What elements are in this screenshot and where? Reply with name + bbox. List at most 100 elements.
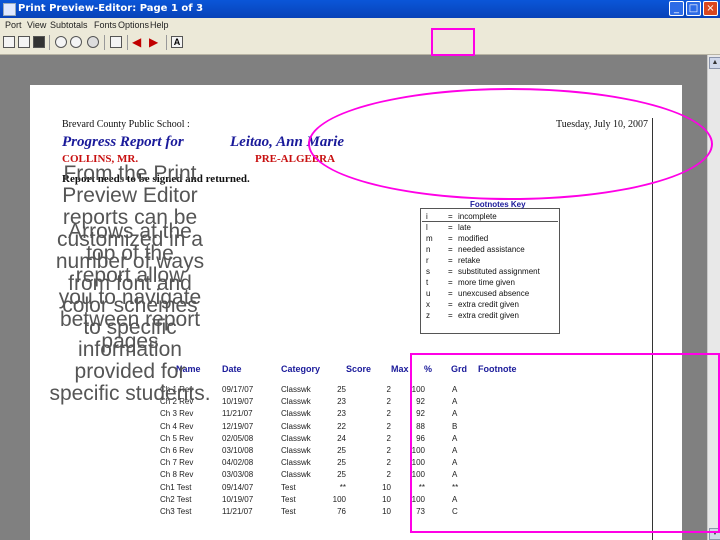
table-cell: 09/17/07 bbox=[222, 385, 254, 394]
footnote-code: u bbox=[426, 289, 431, 298]
table-cell: 03/10/08 bbox=[222, 446, 254, 455]
maximize-button[interactable]: □ bbox=[686, 1, 701, 16]
footnotes-key-title: Footnotes Key bbox=[470, 200, 526, 209]
footnote-equals: = bbox=[448, 212, 453, 221]
toolbar-separator bbox=[127, 35, 128, 50]
footnote-desc: more time given bbox=[458, 278, 515, 287]
table-cell: Ch 8 Rev bbox=[160, 470, 194, 480]
toolbar-separator bbox=[49, 35, 50, 50]
table-cell: 02/05/08 bbox=[222, 433, 254, 443]
highlight-grades-box bbox=[410, 353, 720, 533]
scroll-up-icon[interactable]: ▲ bbox=[709, 57, 720, 69]
zoom-in-icon[interactable] bbox=[55, 36, 67, 48]
annotation-line: pages bbox=[101, 330, 159, 353]
table-cell: 22 bbox=[337, 421, 346, 431]
zoom-out-icon[interactable] bbox=[70, 36, 82, 48]
table-cell: 25 bbox=[337, 458, 346, 468]
district-name: Brevard County Public School : bbox=[62, 119, 190, 130]
table-cell: 100 bbox=[332, 494, 346, 504]
menu-port[interactable]: Port bbox=[5, 20, 22, 30]
footnote-desc: substituted assignment bbox=[458, 267, 540, 276]
footnote-equals: = bbox=[448, 234, 453, 243]
table-cell: Test bbox=[281, 494, 296, 504]
table-cell: 23 bbox=[337, 409, 346, 419]
menu-help[interactable]: Help bbox=[150, 20, 169, 30]
menu-options[interactable]: Options bbox=[118, 20, 149, 30]
table-cell: 25 bbox=[337, 446, 346, 455]
footnote-code: r bbox=[426, 256, 429, 265]
annotation-line: provided for bbox=[74, 360, 186, 383]
table-cell: 10/19/07 bbox=[222, 397, 254, 407]
font-icon[interactable]: A bbox=[171, 36, 183, 48]
table-cell: 10 bbox=[382, 507, 391, 516]
annotation-line: Preview Editor bbox=[62, 184, 198, 207]
table-cell: 10/19/07 bbox=[222, 494, 254, 504]
footnote-desc: extra credit given bbox=[458, 311, 519, 320]
table-cell: Ch 5 Rev bbox=[160, 433, 194, 443]
annotation-text-navigation: Arrows at the top of the report allow you t… bbox=[32, 221, 228, 353]
annotation-line: report allow bbox=[75, 264, 185, 287]
menu-fonts[interactable]: Fonts bbox=[94, 20, 117, 30]
annotation-line: Arrows at the bbox=[68, 220, 192, 243]
footnote-equals: = bbox=[448, 223, 453, 232]
table-cell: 10 bbox=[382, 494, 391, 504]
footnote-code: x bbox=[426, 300, 430, 309]
save-icon[interactable] bbox=[33, 36, 45, 48]
footnote-desc: needed assistance bbox=[458, 245, 525, 254]
column-header: Max bbox=[391, 364, 409, 374]
highlight-header-oval bbox=[308, 88, 713, 200]
table-cell: Classwk bbox=[281, 470, 311, 480]
table-cell: 2 bbox=[386, 409, 391, 419]
table-cell: Classwk bbox=[281, 421, 311, 431]
footnote-equals: = bbox=[448, 267, 453, 276]
minimize-button[interactable]: _ bbox=[669, 1, 684, 16]
footnote-equals: = bbox=[448, 256, 453, 265]
footnote-desc: unexcused absence bbox=[458, 289, 530, 298]
setup-icon[interactable] bbox=[18, 36, 30, 48]
zoom-fit-icon[interactable] bbox=[87, 36, 99, 48]
annotation-line: From the Print bbox=[63, 162, 197, 185]
prev-page-icon[interactable]: ◀ bbox=[132, 35, 141, 49]
annotation-caption-navigation: Arrows at the top of the report allow you t… bbox=[32, 221, 228, 353]
footnote-desc: extra credit given bbox=[458, 300, 519, 309]
footnote-code: s bbox=[426, 267, 430, 276]
menu-view[interactable]: View bbox=[27, 20, 46, 30]
table-cell: Ch3 Test bbox=[160, 507, 192, 516]
table-cell: 24 bbox=[337, 433, 346, 443]
next-page-icon[interactable]: ▶ bbox=[149, 35, 158, 49]
footnote-equals: = bbox=[448, 245, 453, 254]
footnote-equals: = bbox=[448, 278, 453, 287]
table-cell: 09/14/07 bbox=[222, 482, 254, 492]
menu-subtotals[interactable]: Subtotals bbox=[50, 20, 88, 30]
menu-bar: Port View Subtotals Fonts Options Help bbox=[0, 18, 720, 32]
print-icon[interactable] bbox=[3, 36, 15, 48]
table-cell: 2 bbox=[386, 446, 391, 455]
column-header: Date bbox=[222, 364, 242, 374]
toolbar-separator bbox=[104, 35, 105, 50]
table-cell: Ch 7 Rev bbox=[160, 458, 194, 468]
annotation-line: you to navigate bbox=[58, 286, 202, 309]
table-cell: Ch 4 Rev bbox=[160, 421, 194, 431]
table-cell: 04/02/08 bbox=[222, 458, 254, 468]
table-cell: Ch 6 Rev bbox=[160, 446, 194, 455]
table-cell: 12/19/07 bbox=[222, 421, 254, 431]
table-cell: 11/21/07 bbox=[222, 409, 253, 419]
footnote-code: l bbox=[426, 223, 428, 232]
table-cell: Classwk bbox=[281, 433, 311, 443]
footnote-code: z bbox=[426, 311, 430, 320]
table-cell: 2 bbox=[386, 458, 391, 468]
table-cell: Classwk bbox=[281, 409, 311, 419]
annotation-line: specific students. bbox=[49, 382, 211, 405]
annotation-line: between report bbox=[59, 308, 201, 331]
title-bar: Print Preview-Editor: Page 1 of 3 _ □ × bbox=[0, 0, 720, 18]
column-header: Category bbox=[281, 364, 321, 374]
close-button[interactable]: × bbox=[703, 1, 718, 16]
footnote-equals: = bbox=[448, 300, 453, 309]
toolbar: ◀ ▶ A bbox=[0, 32, 720, 55]
table-cell: 10 bbox=[382, 482, 391, 492]
table-cell: Test bbox=[281, 482, 296, 492]
table-cell: ** bbox=[339, 482, 346, 492]
toolbar-separator bbox=[166, 35, 167, 50]
page-icon[interactable] bbox=[110, 36, 122, 48]
footnote-desc: late bbox=[458, 223, 471, 232]
